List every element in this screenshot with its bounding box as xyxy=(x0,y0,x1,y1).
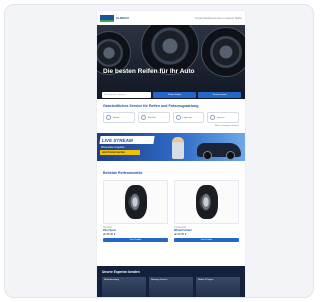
services-title: Ganzheitliches Service für Reifen und Fa… xyxy=(103,104,199,108)
tire-image xyxy=(124,184,147,219)
preview-card: ALDEGO Finde Reifenservice in deiner Näh… xyxy=(4,4,314,298)
expert-card[interactable]: Montage Service xyxy=(149,277,193,297)
service-label: Wechsel xyxy=(147,116,157,119)
hero-search-bar: Reifengröße eingeben Reifen finden Termi… xyxy=(102,92,241,98)
service-label: Service xyxy=(217,116,225,119)
service-item[interactable]: Service xyxy=(207,112,239,124)
experts-list: Reifenberatung Montage Service Räder & F… xyxy=(102,277,240,297)
logo-text: ALDEGO xyxy=(116,15,129,20)
car-icon xyxy=(210,115,216,121)
hero-tire-image xyxy=(201,27,245,77)
product-name[interactable]: Pilot Sport xyxy=(103,229,168,232)
wrench-icon xyxy=(140,115,146,121)
all-services-link[interactable]: Alle Leistungen ansehen xyxy=(103,125,239,127)
expert-card-label: Montage Service xyxy=(151,279,168,281)
product-price: ab 94,50 € xyxy=(174,232,187,236)
find-tires-button[interactable]: Reifen finden xyxy=(153,92,197,98)
products-title: Beliebte Reifenmodelle xyxy=(103,171,143,176)
book-appointment-button[interactable]: Termin buchen xyxy=(198,92,241,98)
top-nav-link[interactable]: Finde Reifenservice in deiner Nähe xyxy=(195,16,242,20)
product-card[interactable]: Michelin Pilot Sport ab 89,90 € Zum Prod… xyxy=(103,179,168,242)
product-list: Michelin Pilot Sport ab 89,90 € Zum Prod… xyxy=(103,179,239,242)
service-item[interactable]: Wechsel xyxy=(137,112,170,124)
product-card[interactable]: Continental WinterContact ab 94,50 € Zum… xyxy=(174,179,239,242)
product-button[interactable]: Zum Produkt xyxy=(174,237,239,242)
promo-car-image xyxy=(197,143,241,161)
product-button[interactable]: Zum Produkt xyxy=(103,237,168,242)
tire-icon xyxy=(106,115,111,121)
expert-card-label: Reifenberatung xyxy=(104,279,119,281)
promo-person-image xyxy=(172,137,184,160)
experts-title: Unsere Experten beraten xyxy=(102,270,140,274)
logo-icon xyxy=(100,14,114,22)
top-bar: ALDEGO Finde Reifenservice in deiner Näh… xyxy=(97,11,245,25)
logo[interactable]: ALDEGO xyxy=(100,14,129,22)
tire-image xyxy=(195,184,218,219)
hero-title: Die besten Reifen für Ihr Auto xyxy=(103,68,195,75)
service-label: Reifen xyxy=(113,116,120,119)
hero-banner: Die besten Reifen für Ihr Auto Reifengrö… xyxy=(97,25,245,99)
product-price: ab 89,90 € xyxy=(103,232,116,236)
service-item[interactable]: Lagerung xyxy=(172,112,205,124)
promo-banner[interactable]: LIVE STREAM Winterreifen Angebote Jetzt … xyxy=(97,133,245,162)
product-image[interactable] xyxy=(103,179,168,224)
products-section: Beliebte Reifenmodelle Michelin Pilot Sp… xyxy=(97,161,245,245)
tire-size-input[interactable]: Reifengröße eingeben xyxy=(102,92,152,98)
product-name[interactable]: WinterContact xyxy=(174,229,239,232)
services-section: Ganzheitliches Service für Reifen und Fa… xyxy=(97,99,245,130)
experts-section: Unsere Experten beraten Reifenberatung M… xyxy=(97,266,245,297)
service-label: Lagerung xyxy=(182,116,192,119)
expert-card-label: Räder & Felgen xyxy=(198,279,214,281)
expert-card[interactable]: Reifenberatung xyxy=(102,277,146,297)
promo-subtitle: Winterreifen Angebote xyxy=(101,146,125,150)
promo-title: LIVE STREAM xyxy=(99,136,155,145)
box-icon xyxy=(175,115,181,121)
service-item[interactable]: Reifen xyxy=(103,112,135,124)
product-image[interactable] xyxy=(174,179,239,224)
promo-cta-button[interactable]: Jetzt Termin buchen xyxy=(100,150,140,156)
website-preview: ALDEGO Finde Reifenservice in deiner Näh… xyxy=(97,11,245,297)
services-list: Reifen Wechsel Lagerung Service xyxy=(103,112,239,124)
expert-card[interactable]: Räder & Felgen xyxy=(196,277,240,297)
